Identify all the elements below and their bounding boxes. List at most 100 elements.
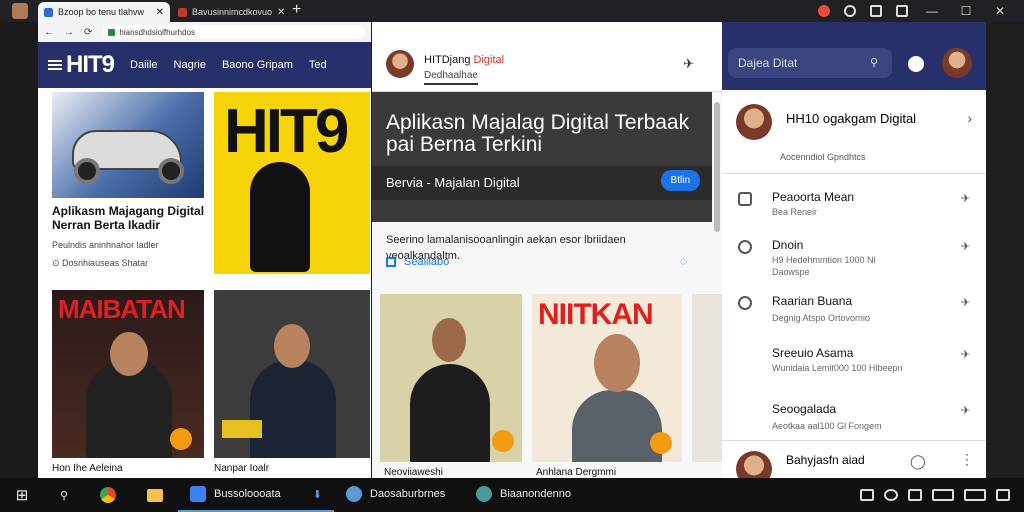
publisher-name[interactable]: HITDjang Digital [424,54,504,66]
user-avatar[interactable] [942,48,972,78]
notification-icon[interactable] [908,56,924,72]
notification-item[interactable]: Peaoorta Mean Bea Reneir ✈ [722,186,986,238]
pin-icon[interactable]: ✈ [683,56,694,72]
cover-title: MAIBATAN [58,294,186,324]
extension-icon[interactable] [844,5,856,17]
panel-footer[interactable]: Bahyjasfn aiad ◯ ⋮ [722,440,986,478]
scrollbar[interactable] [714,102,720,232]
nav-item[interactable]: Ted [309,59,327,71]
close-tab-icon[interactable]: ✕ [156,7,164,18]
magazine-cover-maibatan[interactable]: MAIBATAN [52,290,204,458]
nav-item[interactable]: Nagrie [174,59,206,71]
article-title[interactable]: Nanpar Ioalr [214,462,269,476]
article-thumbnail-car[interactable] [52,92,204,198]
search-input[interactable]: Dajea Ditat [728,48,892,78]
taskbar-app[interactable]: Bussoloooata ⬇ [178,478,334,512]
notification-item[interactable]: Raarian Buana Degnig Atspo Ortovornio ✈ [722,290,986,342]
chevron-right-icon: › [967,110,972,126]
chrome-icon[interactable] [84,478,132,512]
article-detail-panel: HITDjang Digital Dedhaalhae ✈ Aplikasn M… [372,22,722,478]
magazine-cover-woman[interactable] [380,294,522,462]
publisher-avatar [736,451,772,478]
more-icon[interactable]: ⋮ [960,451,974,468]
cover-person-head [594,334,640,392]
new-tab-icon[interactable]: + [292,1,301,19]
close-window-icon[interactable]: ✕ [990,4,1010,18]
article-meta: Peulndis aninhnahor ladler [52,240,159,250]
magazine-cover-person[interactable] [214,290,370,458]
publisher-avatar[interactable] [386,50,414,78]
account-icon[interactable]: ⚲ [870,56,878,69]
pin-icon[interactable]: ✈ [961,404,970,417]
publisher-subtitle[interactable]: Dedhaalhae [424,70,478,85]
comment-icon[interactable]: ◌ [680,254,687,268]
nav-item[interactable]: Daiile [130,59,158,71]
chat-icon[interactable]: ◯ [910,453,926,470]
file-explorer-icon[interactable] [132,478,178,512]
display-icon[interactable] [964,489,986,501]
reload-icon[interactable]: ⟳ [84,27,92,38]
tab-label: Bzoop bo tenu tlahvw [58,7,145,17]
browser-titlebar: Bzoop bo tenu tlahvw ✕ Bavusinnimcdkovuo… [0,0,1024,22]
taskbar-app[interactable]: Biaanondenno [464,478,594,512]
battery-icon[interactable] [932,489,954,501]
browser-tab-active[interactable]: Bzoop bo tenu tlahvw ✕ [38,2,170,22]
taskbar-app[interactable]: Daosaburbrnes [334,478,464,512]
panel-header-card[interactable]: HH10 ogakgam Digital Aocenndiol Gpndhtcs… [722,90,986,174]
tab-label: Bavusinnimcdkovuo [192,7,273,17]
app-icon [190,486,206,502]
pin-icon[interactable]: ✈ [961,348,970,361]
site-navbar: HIT9 Daiile Nagrie Baono Gripam Ted [38,42,371,88]
article-link[interactable]: Sealilabo [386,256,449,268]
menu-icon[interactable] [48,60,62,70]
extension-icon[interactable] [896,5,908,17]
notification-center-icon[interactable] [996,489,1010,501]
maximize-icon[interactable]: ☐ [956,4,976,18]
tray-icon[interactable] [908,489,922,501]
close-tab-icon[interactable]: ✕ [277,7,284,18]
cover-badge-icon [650,432,672,454]
search-icon[interactable]: ⚲ [44,478,84,512]
article-title[interactable]: Aplikasm Majagang Digital Nerran Berta I… [52,204,212,232]
article-hero: Aplikasn Majalag Digital Terbaak pai Ber… [372,92,712,222]
magazine-cover-hit9[interactable]: HIT9 [214,92,370,274]
cover-badge-icon [170,428,192,450]
cover-person-head [110,332,148,376]
notification-item[interactable]: Sreeuio Asama Wunidaia Lemit000 100 Hlbe… [722,342,986,394]
magazine-cover-niitkan[interactable]: NIITKAN [532,294,682,462]
pin-icon[interactable]: ✈ [961,192,970,205]
favicon-icon [44,7,53,17]
read-button[interactable]: Btlin [660,170,700,191]
article-title[interactable]: Hon Ihe Aeleina [52,462,123,476]
browser-tab-inactive[interactable]: Bavusinnimcdkovuo ✕ [172,2,284,22]
article-title[interactable]: Neoviiaweshi [384,466,443,478]
pin-icon[interactable]: ✈ [961,296,970,309]
footer-title: Bahyjasfn aiad [786,453,865,467]
extension-icon[interactable] [818,5,830,17]
cover-title: NIITKAN [538,298,654,331]
clock-icon: ⊙ [52,258,63,268]
magazine-cover-partial[interactable] [692,294,722,462]
pin-icon[interactable]: ✈ [961,240,970,253]
wheel-shape [158,158,184,184]
profile-avatar-icon[interactable] [12,3,28,19]
forward-icon[interactable]: → [64,27,74,38]
article-title[interactable]: Anhlana Dergmmi [536,466,616,478]
url-field[interactable]: hiansdhdsiolfhurhdos [102,25,365,39]
site-logo[interactable]: HIT9 [48,51,115,79]
cover-person [572,390,662,462]
article-time: ⊙ Dosnhiauseas Shatar [52,258,149,268]
start-windows-icon[interactable]: ⊞ [0,478,44,512]
extension-icon[interactable] [870,5,882,17]
notification-item[interactable]: Dnoin H9 Hedehmmtion 1000 NI Daowspe ✈ [722,234,986,286]
system-tray [860,489,1024,501]
nav-item[interactable]: Baono Gripam [222,59,293,71]
timer-icon [738,296,752,310]
tray-icon[interactable] [884,489,898,501]
address-bar: ← → ⟳ hiansdhdsiolfhurhdos [38,22,371,42]
back-icon[interactable]: ← [44,27,54,38]
cover-person [410,364,490,462]
tray-icon[interactable] [860,489,874,501]
cover-figure [250,162,310,272]
minimize-icon[interactable]: — [922,4,942,18]
